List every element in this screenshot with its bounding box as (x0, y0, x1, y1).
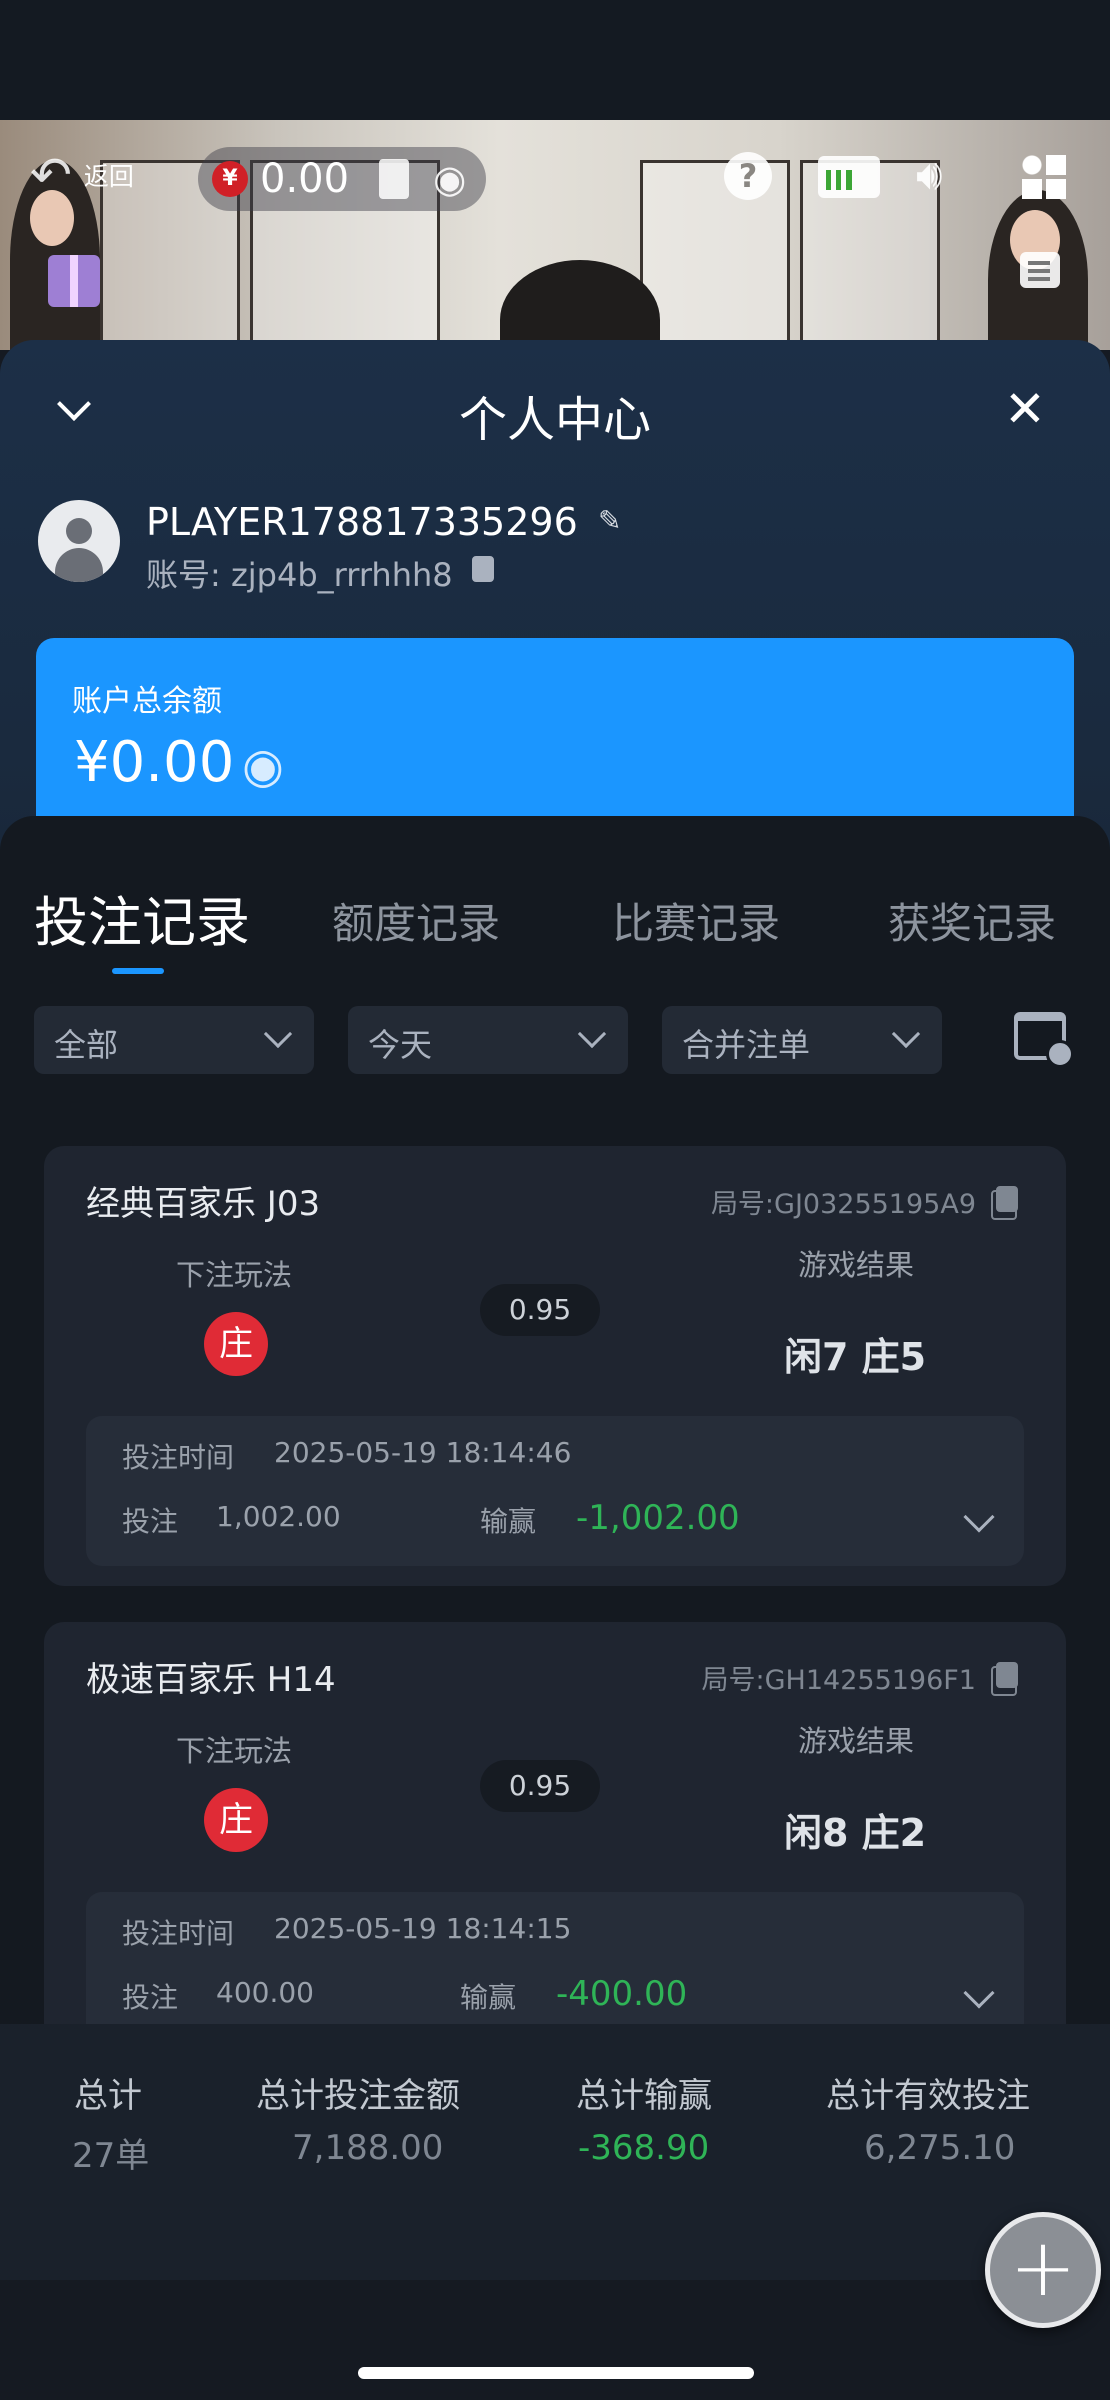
help-icon[interactable]: ? (724, 152, 772, 200)
filter-merge-dropdown[interactable]: 合并注单 (662, 1006, 942, 1074)
game-name: 经典百家乐 J03 (86, 1184, 321, 1224)
game-result: 闲8 庄2 (784, 1811, 927, 1855)
balance-card-amount: ¥0.00 (74, 730, 235, 795)
game-result: 闲7 庄5 (784, 1335, 927, 1379)
summary-total-label: 总计 (74, 2076, 142, 2116)
game-name: 极速百家乐 H14 (86, 1660, 336, 1700)
filter-bar: 全部 今天 合并注单 (34, 1006, 1074, 1076)
bet-badge: 庄 (204, 1788, 268, 1852)
summary-valid-bet-label: 总计有效投注 (826, 2076, 1030, 2116)
eye-icon[interactable]: ◉ (242, 738, 284, 794)
stake-amount: 400.00 (216, 1976, 314, 2009)
summary-total-value: 27单 (72, 2136, 150, 2176)
stake-amount: 1,002.00 (216, 1500, 341, 1533)
gift-icon[interactable] (48, 255, 100, 307)
bet-badge: 庄 (204, 1312, 268, 1376)
result-label: 游戏结果 (798, 1248, 915, 1282)
record-tabs: 投注记录 额度记录 比赛记录 获奖记录 (0, 878, 1110, 974)
tab-credit-records[interactable]: 额度记录 (332, 890, 500, 951)
expand-chevron-icon[interactable] (963, 1977, 995, 2009)
filter-date-dropdown[interactable]: 今天 (348, 1006, 628, 1074)
document-icon[interactable] (379, 159, 410, 199)
eye-icon[interactable]: ◉ (433, 157, 466, 201)
edit-pencil-icon[interactable]: ✎ (598, 504, 621, 537)
menu-grid-icon[interactable] (1022, 155, 1066, 199)
round-number: 局号:GH14255196F1 (701, 1665, 976, 1696)
sheet-title: 个人中心 (458, 392, 651, 448)
balance-card-label: 账户总余额 (72, 684, 222, 719)
bet-type-label: 下注玩法 (176, 1258, 293, 1292)
tab-prize-records[interactable]: 获奖记录 (888, 890, 1056, 951)
stake-label: 投注 (122, 1981, 179, 2014)
bet-record-card[interactable]: 极速百家乐 H14 局号:GH14255196F1 下注玩法 庄 0.95 游戏… (44, 1622, 1066, 2062)
bet-record-card[interactable]: 经典百家乐 J03 局号:GJ03255195A9 下注玩法 庄 0.95 游戏… (44, 1146, 1066, 1586)
message-icon[interactable] (1020, 252, 1060, 288)
chevron-down-icon (577, 1019, 607, 1049)
calendar-icon[interactable] (1014, 1012, 1074, 1068)
stake-label: 投注 (122, 1505, 179, 1538)
summary-winloss-label: 总计输赢 (576, 2076, 712, 2116)
chevron-down-icon (263, 1019, 293, 1049)
bet-detail: 投注时间 2025-05-19 18:14:46 投注 1,002.00 输赢 … (86, 1416, 1024, 1566)
bet-time: 2025-05-19 18:14:15 (274, 1912, 572, 1945)
odds-pill: 0.95 (480, 1760, 600, 1812)
balance-card: 账户总余额 ¥0.00 ◉ (36, 638, 1074, 838)
bottom-safe-area (0, 2280, 1110, 2400)
bet-detail: 投注时间 2025-05-19 18:14:15 投注 400.00 输赢 -4… (86, 1892, 1024, 2042)
filter-type-dropdown[interactable]: 全部 (34, 1006, 314, 1074)
signal-camera-icon[interactable] (818, 156, 880, 198)
bet-time: 2025-05-19 18:14:46 (274, 1436, 572, 1469)
back-button[interactable]: ↶ 返回 (30, 140, 134, 210)
summary-winloss-value: -368.90 (578, 2128, 710, 2168)
live-video-background (0, 120, 1110, 350)
summary-bar: 总计 27单 总计投注金额 7,188.00 总计输赢 -368.90 总计有效… (0, 2024, 1110, 2284)
summary-valid-bet-value: 6,275.10 (864, 2128, 1016, 2168)
plus-icon: + (1009, 2221, 1077, 2314)
expand-chevron-icon[interactable] (963, 1501, 995, 1533)
chevron-down-icon (891, 1019, 921, 1049)
active-tab-indicator (112, 968, 164, 974)
summary-bet-amount-value: 7,188.00 (292, 2128, 444, 2168)
speaker-icon[interactable]: 🔊︎ (916, 150, 942, 200)
tab-bet-records[interactable]: 投注记录 (34, 878, 250, 957)
bet-type-label: 下注玩法 (176, 1734, 293, 1768)
back-arrow-icon: ↶ (30, 146, 72, 204)
add-button[interactable]: + (985, 2212, 1101, 2328)
winloss-label: 输赢 (480, 1505, 537, 1538)
tab-match-records[interactable]: 比赛记录 (612, 890, 780, 951)
bet-time-label: 投注时间 (122, 1441, 235, 1474)
winloss-amount: -400.00 (556, 1974, 688, 2014)
copy-icon[interactable] (991, 1662, 1018, 1696)
round-number: 局号:GJ03255195A9 (710, 1189, 976, 1220)
sheet-header: 个人中心 ✕ (0, 380, 1110, 460)
bet-time-label: 投注时间 (122, 1917, 235, 1950)
result-label: 游戏结果 (798, 1724, 915, 1758)
status-bar (0, 0, 1110, 120)
avatar[interactable] (38, 500, 120, 582)
copy-icon[interactable] (991, 1186, 1018, 1220)
player-name: PLAYER178817335296 (146, 500, 578, 544)
copy-icon[interactable] (472, 556, 494, 582)
odds-pill: 0.95 (480, 1284, 600, 1336)
winloss-label: 输赢 (460, 1981, 517, 2014)
close-icon[interactable]: ✕ (1004, 380, 1046, 438)
yen-icon: ¥ (212, 161, 248, 197)
winloss-amount: -1,002.00 (576, 1498, 740, 1538)
home-indicator (358, 2367, 754, 2379)
summary-bet-amount-label: 总计投注金额 (256, 2076, 460, 2116)
account-id: 账号: zjp4b_rrrhhh8 (146, 556, 453, 594)
balance-pill[interactable]: ¥ 0.00 ◉ (198, 147, 486, 211)
balance-amount: 0.00 (260, 156, 350, 202)
